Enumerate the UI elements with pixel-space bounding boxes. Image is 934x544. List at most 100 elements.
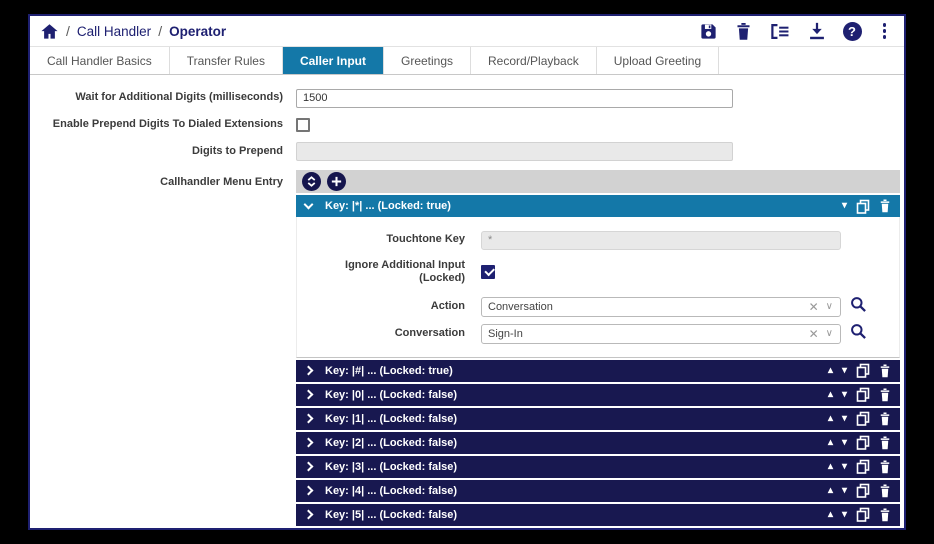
entry-title: Key: |4| ... (Locked: false) [325, 484, 458, 497]
copy-entry-icon[interactable] [856, 507, 870, 522]
wait-digits-row: Wait for Additional Digits (milliseconds… [32, 88, 900, 108]
audit-list-icon[interactable] [769, 23, 791, 40]
menu-entry-widget: Key: |*| ... (Locked: true) ▾ Touchtone … [296, 170, 900, 528]
delete-entry-icon[interactable] [879, 388, 891, 402]
move-down-icon[interactable]: ▾ [842, 461, 847, 472]
move-down-icon[interactable]: ▾ [842, 485, 847, 496]
wait-digits-label: Wait for Additional Digits (milliseconds… [75, 91, 283, 104]
clear-icon[interactable]: ✕ [805, 300, 823, 314]
delete-entry-icon[interactable] [879, 364, 891, 378]
home-icon[interactable] [40, 22, 59, 41]
touchtone-row: Touchtone Key [297, 230, 899, 250]
move-down-icon[interactable]: ▾ [842, 389, 847, 400]
expand-chevron-icon[interactable] [303, 485, 314, 496]
help-glyph: ? [842, 21, 862, 41]
action-row: Action Conversation ✕ ∨ [297, 296, 899, 318]
download-icon[interactable] [808, 22, 826, 41]
delete-entry-icon[interactable] [879, 412, 891, 426]
action-combobox[interactable]: Conversation ✕ ∨ [481, 296, 841, 317]
entry-row[interactable]: Key: |4| ... (Locked: false) ▴ ▾ [296, 479, 900, 502]
clear-icon[interactable]: ✕ [805, 327, 823, 341]
move-up-icon[interactable]: ▴ [828, 365, 833, 376]
more-dots [879, 23, 891, 39]
entry-row[interactable]: Key: |2| ... (Locked: false) ▴ ▾ [296, 431, 900, 454]
copy-entry-icon[interactable] [856, 435, 870, 450]
copy-entry-icon[interactable] [856, 483, 870, 498]
copy-entry-icon[interactable] [856, 199, 870, 214]
move-down-icon[interactable]: ▾ [842, 509, 847, 520]
entry-row[interactable]: Key: |#| ... (Locked: true) ▴ ▾ [296, 359, 900, 382]
delete-entry-icon[interactable] [879, 199, 891, 213]
conversation-search-icon[interactable] [850, 323, 867, 345]
entry-row[interactable]: Key: |5| ... (Locked: false) ▴ ▾ [296, 503, 900, 526]
chevron-down-icon[interactable]: ∨ [823, 301, 840, 312]
entry-row[interactable]: Key: |6| ... (Locked: false) ▴ ▾ [296, 527, 900, 528]
action-value: Conversation [488, 300, 553, 313]
tab-bar: Call Handler Basics Transfer Rules Caller … [30, 47, 904, 75]
move-up-icon[interactable]: ▴ [828, 389, 833, 400]
copy-entry-icon[interactable] [856, 411, 870, 426]
delete-icon[interactable] [735, 22, 752, 41]
enable-prepend-label: Enable Prepend Digits To Dialed Extensio… [52, 118, 283, 130]
entry-row[interactable]: Key: |3| ... (Locked: false) ▴ ▾ [296, 455, 900, 478]
entry-row[interactable]: Key: |1| ... (Locked: false) ▴ ▾ [296, 407, 900, 430]
move-up-icon[interactable]: ▴ [828, 437, 833, 448]
expand-chevron-icon[interactable] [303, 509, 314, 520]
collapse-chevron-icon[interactable] [303, 199, 314, 210]
ignore-input-row: Ignore Additional Input (Locked) [297, 259, 899, 285]
move-down-icon[interactable]: ▾ [842, 201, 847, 211]
help-icon[interactable]: ? [842, 21, 862, 41]
delete-entry-icon[interactable] [879, 436, 891, 450]
action-search-icon[interactable] [850, 296, 867, 318]
move-down-icon[interactable]: ▾ [842, 437, 847, 448]
enable-prepend-checkbox[interactable] [296, 117, 310, 132]
expanded-entry-header[interactable]: Key: |*| ... (Locked: true) ▾ [296, 195, 900, 217]
tab-upload-greeting[interactable]: Upload Greeting [597, 47, 720, 74]
tab-transfer-rules[interactable]: Transfer Rules [170, 47, 283, 74]
delete-entry-icon[interactable] [879, 508, 891, 522]
digits-prepend-row: Digits to Prepend [32, 142, 900, 161]
conversation-label: Conversation [394, 327, 465, 339]
delete-entry-icon[interactable] [879, 460, 891, 474]
conversation-row: Conversation Sign-In ✕ ∨ [297, 323, 899, 345]
touchtone-label: Touchtone Key [386, 233, 465, 246]
entry-title: Key: |2| ... (Locked: false) [325, 436, 458, 449]
move-up-icon[interactable]: ▴ [828, 485, 833, 496]
breadcrumb-section[interactable]: Call Handler [77, 24, 151, 39]
expand-chevron-icon[interactable] [303, 389, 314, 400]
entry-row[interactable]: Key: |0| ... (Locked: false) ▴ ▾ [296, 383, 900, 406]
delete-entry-icon[interactable] [879, 484, 891, 498]
more-icon[interactable] [879, 23, 891, 39]
chevron-down-icon[interactable]: ∨ [823, 328, 840, 339]
expand-chevron-icon[interactable] [303, 365, 314, 376]
expand-chevron-icon[interactable] [303, 413, 314, 424]
expand-chevron-icon[interactable] [303, 437, 314, 448]
breadcrumb: / Call Handler / Operator ? [30, 16, 904, 47]
entry-list: Key: |#| ... (Locked: true) ▴ ▾ Key: |0|… [296, 359, 900, 528]
expanded-entry-panel: Touchtone Key Ignore Additional Input (L… [296, 217, 900, 358]
move-up-icon[interactable]: ▴ [828, 509, 833, 520]
entry-title: Key: |0| ... (Locked: false) [325, 388, 458, 401]
expand-collapse-all-button[interactable] [302, 172, 321, 191]
action-label: Action [430, 300, 465, 312]
move-down-icon[interactable]: ▾ [842, 413, 847, 424]
save-icon[interactable] [699, 22, 718, 41]
tab-call-handler-basics[interactable]: Call Handler Basics [30, 47, 170, 74]
conversation-combobox[interactable]: Sign-In ✕ ∨ [481, 323, 841, 344]
tab-greetings[interactable]: Greetings [384, 47, 472, 74]
touchtone-input [481, 230, 841, 250]
move-up-icon[interactable]: ▴ [828, 461, 833, 472]
add-entry-button[interactable] [327, 172, 346, 191]
menu-entry-label: Callhandler Menu Entry [160, 176, 283, 188]
ignore-input-checkbox[interactable] [481, 264, 495, 279]
move-up-icon[interactable]: ▴ [828, 413, 833, 424]
copy-entry-icon[interactable] [856, 387, 870, 402]
entry-title: Key: |1| ... (Locked: false) [325, 412, 458, 425]
wait-digits-input[interactable] [296, 88, 733, 108]
expand-chevron-icon[interactable] [303, 461, 314, 472]
tab-caller-input[interactable]: Caller Input [282, 47, 384, 74]
tab-record-playback[interactable]: Record/Playback [471, 47, 597, 74]
copy-entry-icon[interactable] [856, 459, 870, 474]
move-down-icon[interactable]: ▾ [842, 365, 847, 376]
copy-entry-icon[interactable] [856, 363, 870, 378]
